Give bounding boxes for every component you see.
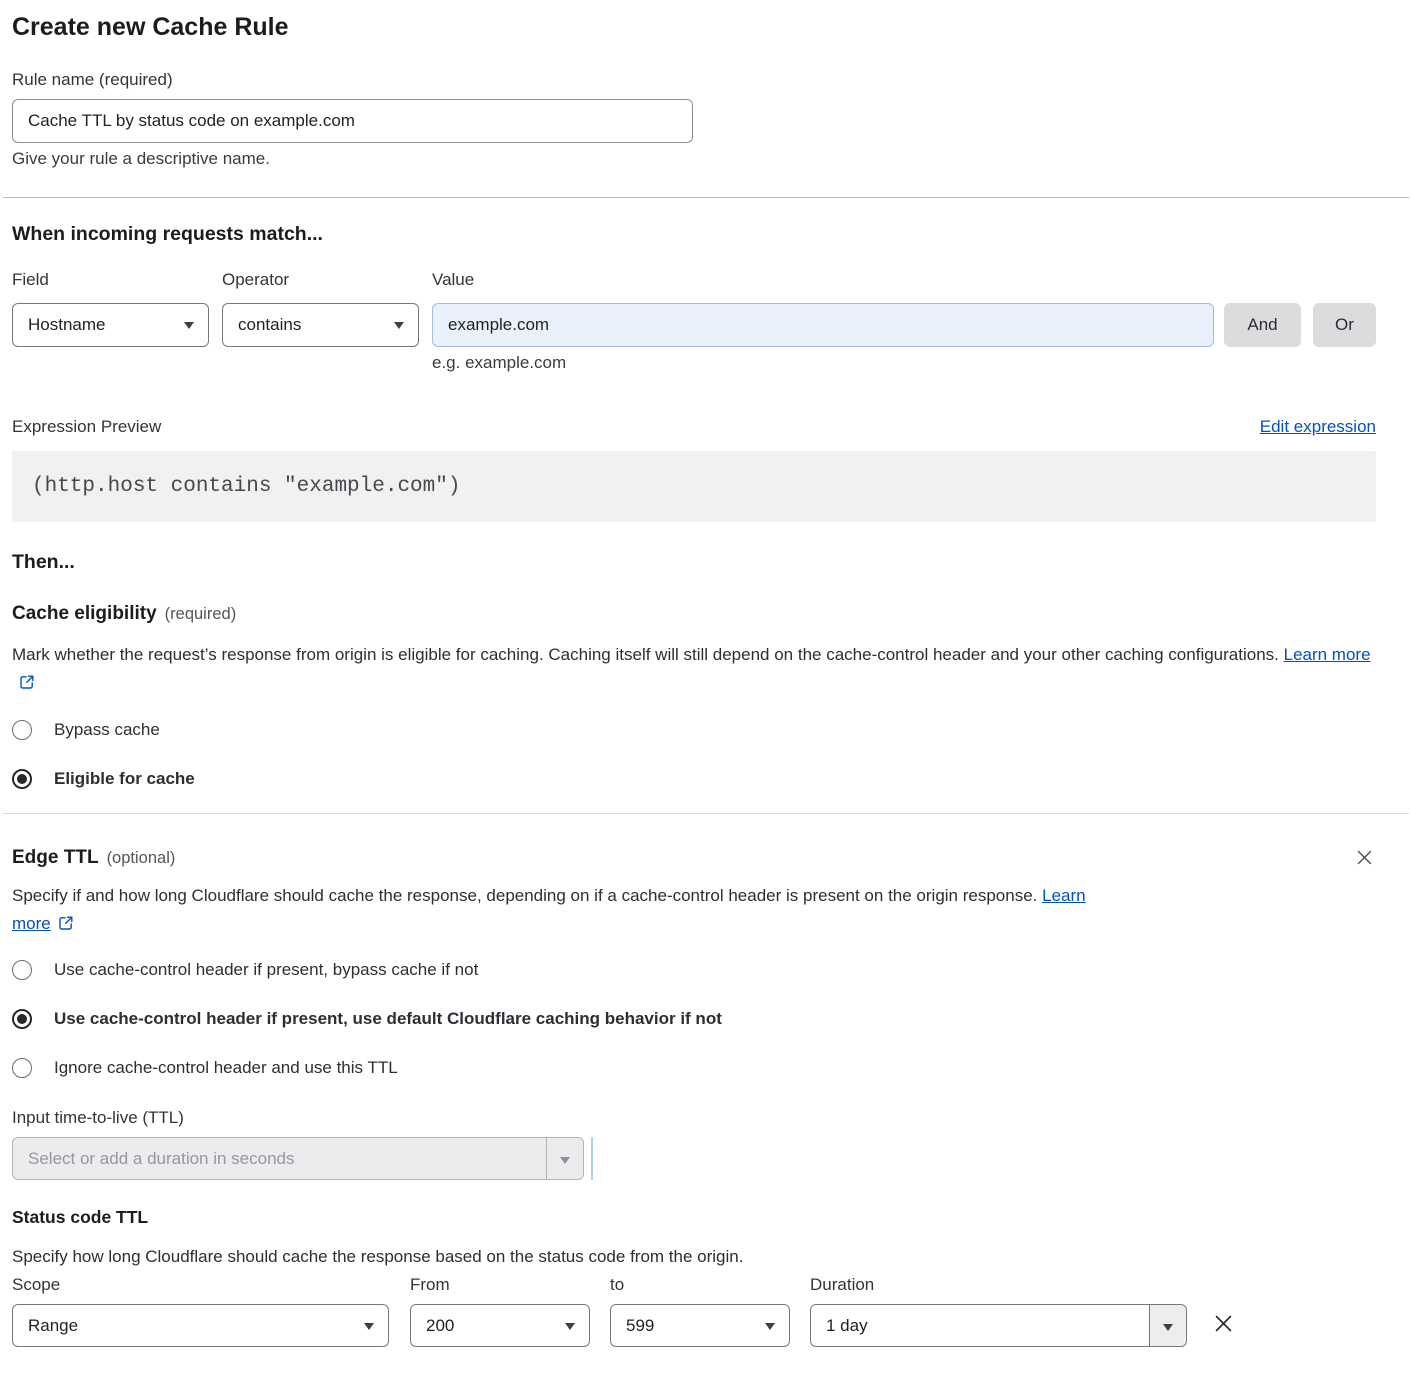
operator-select-value: contains <box>238 315 301 335</box>
ttl-input-label: Input time-to-live (TTL) <box>12 1108 1376 1128</box>
edge-ttl-header: Edge TTL(optional) <box>12 846 1376 870</box>
status-code-ttl-description: Specify how long Cloudflare should cache… <box>12 1246 1376 1268</box>
radio-use-header-bypass-if-not[interactable]: Use cache-control header if present, byp… <box>12 960 1376 980</box>
text-cursor <box>591 1137 593 1180</box>
page-title: Create new Cache Rule <box>12 13 1376 41</box>
radio-checked-icon <box>12 1009 32 1029</box>
match-heading: When incoming requests match... <box>12 222 1376 246</box>
from-select-value: 200 <box>426 1316 454 1336</box>
radio-icon <box>12 720 32 740</box>
edit-expression-link[interactable]: Edit expression <box>1260 417 1376 437</box>
chevron-down-icon <box>560 1157 570 1164</box>
field-select[interactable]: Hostname <box>12 303 209 347</box>
rule-name-input[interactable] <box>12 99 693 143</box>
scope-select[interactable]: Range <box>12 1304 389 1347</box>
expression-preview-header: Expression Preview Edit expression <box>12 417 1376 437</box>
to-select-value: 599 <box>626 1316 654 1336</box>
radio-icon <box>12 960 32 980</box>
chevron-down-icon <box>364 1323 374 1330</box>
edge-ttl-description: Specify if and how long Cloudflare shoul… <box>12 882 1122 938</box>
edge-ttl-title: Edge TTL(optional) <box>12 846 175 870</box>
edge-ttl-close-button[interactable] <box>1353 846 1376 869</box>
chevron-down-icon <box>394 322 404 329</box>
ttl-duration-select[interactable]: Select or add a duration in seconds <box>12 1137 584 1180</box>
external-link-icon <box>58 915 74 931</box>
duration-select[interactable]: 1 day <box>810 1304 1187 1347</box>
radio-use-header-default-if-not[interactable]: Use cache-control header if present, use… <box>12 1009 1376 1029</box>
radio-icon <box>12 1058 32 1078</box>
then-heading: Then... <box>12 550 1376 574</box>
cache-eligibility-title: Cache eligibility(required) <box>12 602 236 626</box>
status-code-ttl-row: Scope Range From 200 to 599 Duration 1 d… <box>12 1275 1376 1347</box>
value-input[interactable] <box>432 303 1214 347</box>
field-label: Field <box>12 270 209 290</box>
radio-checked-icon <box>12 769 32 789</box>
expression-preview-label: Expression Preview <box>12 417 161 437</box>
duration-select-value: 1 day <box>826 1316 868 1336</box>
status-code-ttl-title: Status code TTL <box>12 1206 1376 1228</box>
and-button[interactable]: And <box>1224 303 1301 347</box>
field-select-value: Hostname <box>28 315 105 335</box>
operator-select[interactable]: contains <box>222 303 419 347</box>
close-icon <box>1355 848 1374 867</box>
cache-eligibility-description: Mark whether the request’s response from… <box>12 641 1376 697</box>
value-help: e.g. example.com <box>432 353 1214 373</box>
from-select[interactable]: 200 <box>410 1304 590 1347</box>
value-label: Value <box>432 270 1214 290</box>
chevron-down-icon <box>765 1323 775 1330</box>
status-row-delete-button[interactable] <box>1210 1310 1237 1337</box>
duration-dropdown-button[interactable] <box>1149 1305 1186 1346</box>
rule-name-label: Rule name (required) <box>12 70 1376 90</box>
scope-select-value: Range <box>28 1316 78 1336</box>
to-label: to <box>610 1275 790 1295</box>
close-icon <box>1212 1312 1235 1335</box>
expression-preview-code-block: (http.host contains "example.com") <box>12 451 1376 522</box>
chevron-down-icon <box>184 322 194 329</box>
edge-ttl-options: Use cache-control header if present, byp… <box>12 960 1376 1078</box>
section-divider <box>3 197 1409 198</box>
cache-eligibility-header: Cache eligibility(required) <box>12 602 1376 626</box>
operator-label: Operator <box>222 270 419 290</box>
radio-bypass-cache[interactable]: Bypass cache <box>12 720 1376 740</box>
create-cache-rule-page: Create new Cache Rule Rule name (require… <box>0 0 1412 1376</box>
radio-ignore-header-use-ttl[interactable]: Ignore cache-control header and use this… <box>12 1058 1376 1078</box>
from-label: From <box>410 1275 590 1295</box>
ttl-duration-placeholder: Select or add a duration in seconds <box>28 1149 295 1169</box>
optional-badge: (optional) <box>107 849 176 867</box>
section-divider <box>3 813 1409 814</box>
chevron-down-icon <box>1163 1324 1173 1331</box>
ttl-select-wrap: Select or add a duration in seconds <box>12 1137 1376 1180</box>
ttl-dropdown-button[interactable] <box>546 1138 583 1179</box>
cache-eligibility-learn-more-link[interactable]: Learn more <box>1284 645 1371 664</box>
match-condition-row: Field Hostname Operator contains Value e… <box>12 270 1376 373</box>
required-badge: (required) <box>165 605 237 623</box>
radio-eligible-for-cache[interactable]: Eligible for cache <box>12 769 1376 789</box>
or-button[interactable]: Or <box>1313 303 1376 347</box>
expression-code: (http.host contains "example.com") <box>32 475 460 498</box>
duration-label: Duration <box>810 1275 1187 1295</box>
rule-name-help: Give your rule a descriptive name. <box>12 149 1376 169</box>
chevron-down-icon <box>565 1323 575 1330</box>
scope-label: Scope <box>12 1275 389 1295</box>
to-select[interactable]: 599 <box>610 1304 790 1347</box>
external-link-icon <box>19 674 35 690</box>
